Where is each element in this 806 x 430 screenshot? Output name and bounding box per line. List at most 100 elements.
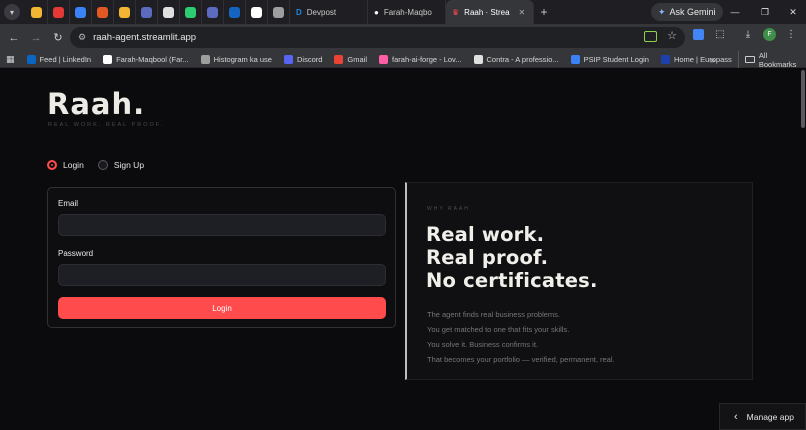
- close-window-icon[interactable]: ✕: [778, 0, 806, 24]
- pinned-tabs: [26, 0, 290, 24]
- bookmark-item[interactable]: PSIP Student Login: [565, 54, 655, 64]
- headline-line: Real work.: [426, 223, 545, 246]
- tab-favicon-icon: ♛: [452, 7, 460, 17]
- pinned-tab[interactable]: [92, 0, 114, 24]
- bookmark-favicon-icon: [660, 54, 670, 64]
- bookmark-favicon-icon: [334, 54, 344, 64]
- pinned-tab[interactable]: [114, 0, 136, 24]
- apps-grid-icon[interactable]: ▦: [0, 54, 21, 65]
- minimize-window-icon[interactable]: —: [720, 0, 750, 24]
- downloads-icon[interactable]: ⤓: [741, 27, 755, 41]
- why-raah-label: WHY RAAH: [427, 206, 470, 212]
- bookmark-label: Contra - A professio...: [486, 54, 559, 64]
- bookmark-favicon-icon: [103, 54, 113, 64]
- bookmark-favicon-icon: [379, 54, 389, 64]
- value-line: The agent finds real business problems.: [427, 310, 560, 319]
- bookmark-favicon-icon: [200, 54, 210, 64]
- pinned-tab[interactable]: [268, 0, 290, 24]
- tab-favicon-icon: [119, 6, 130, 18]
- radio-unselected-icon[interactable]: [97, 160, 108, 170]
- forward-arrow-icon[interactable]: →: [25, 27, 47, 49]
- value-proposition: The agent finds real business problems. …: [427, 307, 615, 367]
- bookmark-label: Farah-Maqbool (Far...: [116, 54, 189, 64]
- pinned-tab[interactable]: [26, 0, 48, 24]
- back-arrow-icon[interactable]: ←: [3, 27, 25, 49]
- bookmark-favicon-icon: [26, 54, 36, 64]
- password-label: Password: [58, 249, 94, 258]
- tab-favicon-icon: D: [296, 7, 302, 17]
- browser-tab[interactable]: ♛ Raah · Strea ✕: [446, 0, 534, 24]
- tab-search-chevron-icon[interactable]: ▾: [4, 4, 20, 20]
- more-bookmarks-chevron-icon[interactable]: »: [710, 51, 715, 68]
- bookmark-label: Home | Europass: [673, 54, 732, 64]
- ask-gemini-button[interactable]: ✦ Ask Gemini: [651, 3, 723, 21]
- bookmark-star-icon[interactable]: ☆: [667, 29, 677, 42]
- radio-sign-up-label: Sign Up: [113, 160, 145, 170]
- raah-logo: Raah.: [47, 87, 146, 121]
- bookmark-favicon-icon: [570, 54, 580, 64]
- bookmark-label: Discord: [296, 54, 323, 64]
- site-settings-icon[interactable]: ⚙: [78, 32, 86, 43]
- tab-favicon-icon: [75, 6, 86, 18]
- tab-favicon-icon: [31, 6, 42, 18]
- restore-window-icon[interactable]: ❐: [750, 0, 780, 24]
- login-form: Email Password Login: [47, 187, 396, 328]
- browser-tab[interactable]: ● Farah-Maqbo: [368, 0, 446, 24]
- bookmark-item[interactable]: Discord: [278, 54, 328, 64]
- bookmark-item[interactable]: Farah-Maqbool (Far...: [97, 54, 195, 64]
- pinned-tab[interactable]: [48, 0, 70, 24]
- url-text[interactable]: raah-agent.streamlit.app: [93, 32, 196, 43]
- bookmark-label: Gmail: [347, 54, 368, 64]
- all-bookmarks-folder[interactable]: All Bookmarks: [738, 50, 806, 69]
- bookmark-item[interactable]: Contra - A professio...: [468, 54, 565, 64]
- login-button[interactable]: Login: [58, 297, 386, 319]
- pinned-tab[interactable]: [136, 0, 158, 24]
- address-bar[interactable]: ⚙ raah-agent.streamlit.app ☆: [70, 27, 685, 48]
- password-field[interactable]: [58, 264, 386, 286]
- bookmark-item[interactable]: Histogram ka use: [195, 54, 278, 64]
- bookmark-label: Feed | LinkedIn: [39, 54, 92, 64]
- pinned-tab[interactable]: [202, 0, 224, 24]
- radio-login[interactable]: Login: [47, 160, 84, 170]
- tab-title: Raah · Strea: [464, 7, 510, 17]
- tab-favicon-icon: [207, 6, 218, 18]
- pinned-tab[interactable]: [158, 0, 180, 24]
- bookmarks-bar: ▦ Feed | LinkedIn Farah-Maqbool (Far... Hi…: [0, 50, 806, 69]
- all-bookmarks-label: All Bookmarks: [758, 50, 797, 69]
- bookmark-item[interactable]: farah-ai-forge - Lov...: [373, 54, 467, 64]
- value-line: You get matched to one that fits your sk…: [427, 325, 570, 334]
- reload-icon[interactable]: ↻: [47, 27, 69, 49]
- bookmark-item[interactable]: Gmail: [328, 54, 373, 64]
- chevron-left-icon: ‹: [734, 410, 738, 423]
- extensions-puzzle-icon[interactable]: ⬚: [713, 27, 727, 41]
- why-raah-panel: WHY RAAH Real work. Real proof. No certi…: [405, 182, 753, 380]
- bookmark-label: farah-ai-forge - Lov...: [392, 54, 462, 64]
- radio-sign-up[interactable]: Sign Up: [97, 160, 145, 170]
- tab-title: Farah-Maqbo: [383, 7, 432, 17]
- toolbar-right: ⬚ ⤓ F ⋮: [691, 27, 798, 41]
- pinned-tab[interactable]: [180, 0, 202, 24]
- page-scrollbar[interactable]: [801, 70, 805, 128]
- radio-selected-icon[interactable]: [47, 160, 57, 170]
- pinned-tab[interactable]: [70, 0, 92, 24]
- profile-avatar[interactable]: F: [763, 27, 776, 41]
- tab-favicon-icon: [185, 6, 196, 18]
- extension-translate-icon[interactable]: [691, 27, 705, 41]
- browser-menu-icon[interactable]: ⋮: [784, 27, 798, 41]
- close-tab-icon[interactable]: ✕: [519, 8, 526, 17]
- auth-mode-radio-group: Login Sign Up: [47, 160, 144, 170]
- browser-tab[interactable]: D Devpost: [290, 0, 368, 24]
- email-field[interactable]: [58, 214, 386, 236]
- manage-app-button[interactable]: ‹ Manage app: [719, 403, 806, 430]
- pinned-tab[interactable]: [246, 0, 268, 24]
- tab-favicon-icon: [53, 6, 64, 18]
- bookmark-item[interactable]: Home | Europass: [655, 54, 738, 64]
- bookmark-label: PSIP Student Login: [583, 54, 649, 64]
- bookmark-item[interactable]: Feed | LinkedIn: [21, 54, 98, 64]
- install-app-icon[interactable]: [644, 31, 657, 42]
- tab-title: Devpost: [306, 7, 337, 17]
- browser-toolbar: ← → ↻ ⚙ raah-agent.streamlit.app ☆ ⬚ ⤓ F…: [0, 24, 806, 51]
- value-line: That becomes your portfolio — verified, …: [427, 355, 615, 364]
- pinned-tab[interactable]: [224, 0, 246, 24]
- new-tab-button[interactable]: +: [534, 5, 554, 19]
